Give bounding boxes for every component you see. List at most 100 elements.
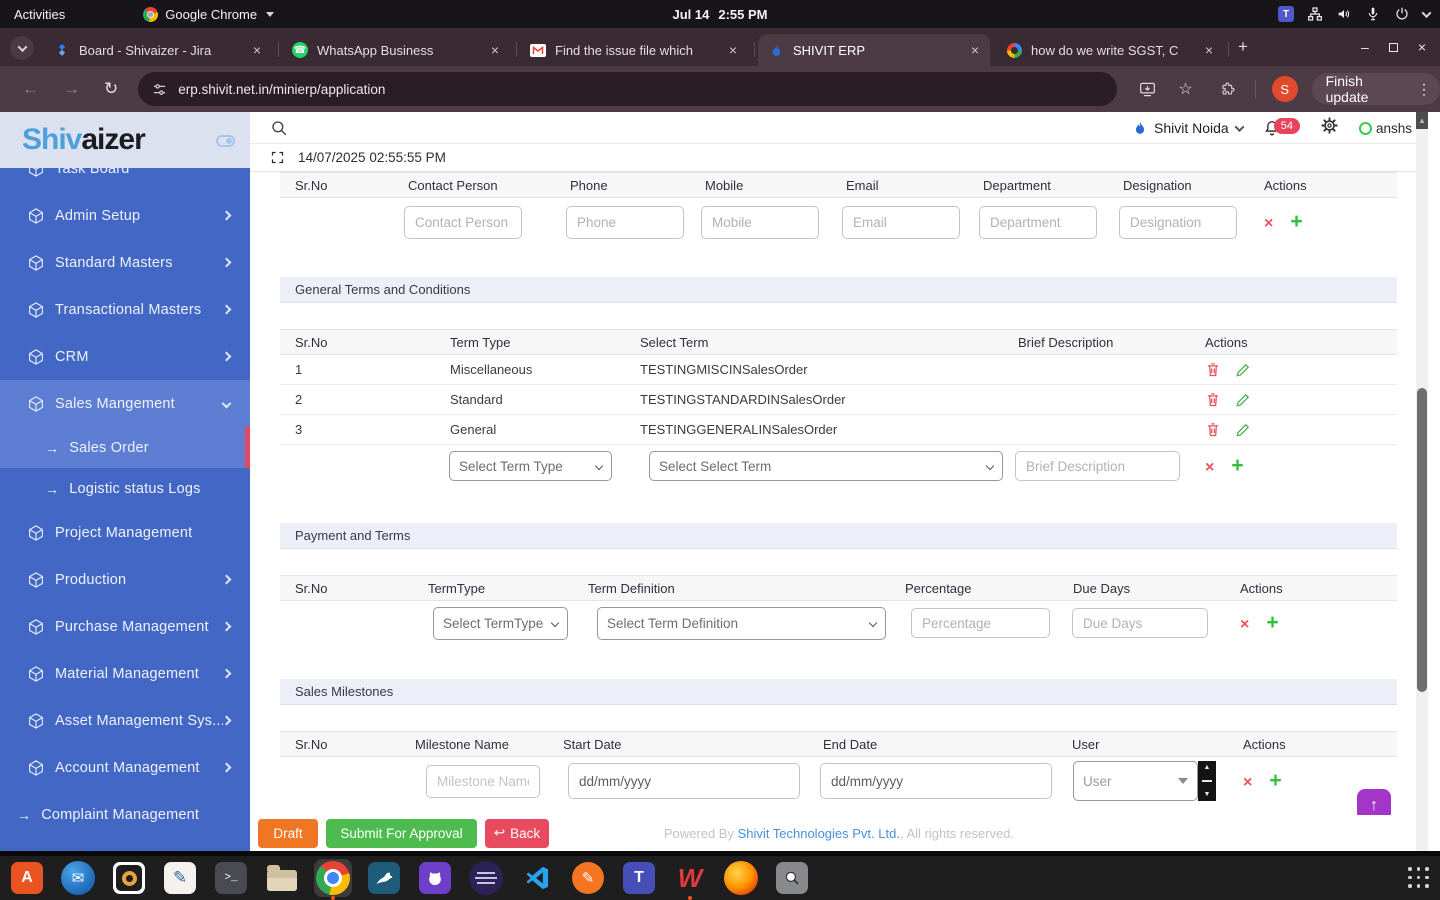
back-button[interactable]: ↩ Back — [485, 818, 549, 848]
dock-eclipse-icon[interactable] — [467, 859, 505, 897]
add-row-icon[interactable]: + — [1266, 611, 1278, 634]
delete-icon[interactable] — [1205, 391, 1221, 408]
teams-icon[interactable]: T — [1278, 6, 1294, 22]
dock-chrome-icon[interactable] — [314, 859, 352, 897]
submit-for-approval-button[interactable]: Submit For Approval — [326, 818, 477, 848]
extensions-icon[interactable] — [1221, 81, 1237, 97]
draft-button[interactable]: Draft — [258, 818, 318, 848]
sidebar-item-complaint-management[interactable]: → Complaint Management — [0, 791, 250, 838]
bookmark-star-icon[interactable]: ☆ — [1178, 79, 1192, 99]
finish-update-button[interactable]: Finish update ⋮ — [1311, 73, 1440, 105]
remove-row-icon[interactable]: × — [1243, 774, 1252, 791]
delete-icon[interactable] — [1205, 361, 1221, 378]
dock-thunderbird-icon[interactable]: ✉ — [59, 859, 97, 897]
designation-input[interactable] — [1119, 205, 1237, 239]
term-type-select[interactable]: Select Term Type — [449, 451, 612, 481]
dock-firefox-icon[interactable] — [722, 859, 760, 897]
more-menu-icon[interactable]: ⋮ — [1417, 81, 1431, 98]
add-row-icon[interactable]: + — [1231, 454, 1243, 477]
search-icon[interactable] — [270, 119, 288, 142]
sidebar-item-project-management[interactable]: Project Management — [0, 509, 250, 556]
activities-button[interactable]: Activities — [14, 7, 65, 22]
email-input[interactable] — [842, 205, 960, 239]
install-app-icon[interactable] — [1139, 82, 1156, 97]
percentage-input[interactable] — [911, 608, 1050, 638]
sidebar-item-purchase-management[interactable]: Purchase Management — [0, 603, 250, 650]
address-bar[interactable]: erp.shivit.net.in/minierp/application — [138, 72, 1118, 106]
close-icon[interactable]: × — [726, 42, 740, 58]
tab-whatsapp[interactable]: ☎ WhatsApp Business × — [282, 34, 510, 66]
department-input[interactable] — [979, 205, 1097, 239]
settings-button[interactable] — [1320, 116, 1339, 140]
select-term-select[interactable]: Select Select Term — [649, 451, 1003, 481]
edit-icon[interactable] — [1235, 392, 1251, 408]
branch-selector[interactable]: Shivit Noida — [1133, 120, 1245, 136]
start-date-input[interactable] — [568, 763, 800, 799]
add-row-icon[interactable]: + — [1290, 210, 1302, 233]
tab-google-search[interactable]: how do we write SGST, C × — [996, 34, 1224, 66]
dock-ubuntu-software-icon[interactable]: A — [8, 859, 46, 897]
mobile-input[interactable] — [701, 205, 819, 239]
close-icon[interactable]: × — [250, 42, 264, 58]
edit-icon[interactable] — [1235, 362, 1251, 378]
dock-screenshot-icon[interactable] — [773, 859, 811, 897]
close-icon[interactable]: × — [968, 42, 982, 58]
remove-row-icon[interactable]: × — [1205, 459, 1214, 476]
app-grid-button[interactable] — [1408, 867, 1430, 889]
dock-vscode-icon[interactable] — [518, 859, 556, 897]
sidebar-item-material-management[interactable]: Material Management — [0, 650, 250, 697]
scroll-up-arrow[interactable]: ▲ — [1416, 112, 1428, 129]
edit-icon[interactable] — [1235, 422, 1251, 438]
dock-mysql-workbench-icon[interactable] — [365, 859, 403, 897]
profile-avatar[interactable]: S — [1271, 76, 1298, 102]
close-icon[interactable]: × — [488, 42, 502, 58]
dock-files-icon[interactable] — [263, 859, 301, 897]
termtype-select[interactable]: Select TermType — [433, 606, 568, 640]
user-select[interactable]: User — [1073, 761, 1198, 801]
close-icon[interactable]: × — [1202, 42, 1216, 58]
add-row-icon[interactable]: + — [1269, 769, 1281, 792]
new-tab-button[interactable]: + — [1238, 37, 1248, 57]
term-definition-select[interactable]: Select Term Definition — [597, 606, 886, 640]
select-scroll-spinner[interactable]: ▲ ▼ — [1198, 761, 1216, 801]
end-date-input[interactable] — [820, 763, 1052, 799]
reload-button[interactable]: ↻ — [104, 79, 118, 99]
microphone-icon[interactable] — [1365, 6, 1381, 22]
app-menu[interactable]: Google Chrome — [143, 6, 275, 22]
dock-media-player-icon[interactable] — [110, 859, 148, 897]
maximize-button[interactable] — [1388, 42, 1398, 52]
sidebar-item-production[interactable]: Production — [0, 556, 250, 603]
sidebar-item-sales-order[interactable]: → Sales Order — [0, 427, 250, 468]
sidebar-item-logistic-status-logs[interactable]: → Logistic status Logs — [0, 468, 250, 509]
window-close-button[interactable]: × — [1418, 39, 1426, 55]
volume-icon[interactable] — [1336, 6, 1352, 22]
sidebar-item-account-management[interactable]: Account Management — [0, 744, 250, 791]
notifications-button[interactable]: 54 — [1263, 118, 1300, 138]
dock-draw-tool-icon[interactable]: ✎ — [569, 859, 607, 897]
remove-row-icon[interactable]: × — [1240, 616, 1249, 633]
clock[interactable]: Jul 14 2:55 PM — [673, 7, 768, 22]
scrollbar-thumb[interactable] — [1417, 388, 1427, 692]
tab-search-button[interactable] — [10, 36, 34, 60]
page-scrollbar[interactable]: ▲ — [1416, 112, 1428, 851]
due-days-input[interactable] — [1072, 608, 1208, 638]
fullscreen-icon[interactable] — [270, 150, 285, 165]
tab-jira[interactable]: Board - Shivaizer - Jira × — [44, 34, 272, 66]
forward-button[interactable]: → — [63, 79, 80, 99]
site-settings-icon[interactable] — [152, 82, 167, 97]
chevron-down-icon[interactable] — [1421, 7, 1432, 18]
milestone-name-input[interactable] — [426, 764, 540, 798]
dock-text-editor-icon[interactable]: ✎ — [161, 859, 199, 897]
sidebar-item-crm[interactable]: CRM — [0, 333, 250, 380]
tab-gmail[interactable]: Find the issue file which × — [520, 34, 748, 66]
dock-terminal-icon[interactable]: >_ — [212, 859, 250, 897]
power-icon[interactable] — [1394, 6, 1410, 22]
company-link[interactable]: Shivit Technologies Pvt. Ltd. — [738, 826, 900, 841]
user-menu[interactable]: anshs — [1358, 121, 1412, 136]
phone-input[interactable] — [566, 205, 684, 239]
minimize-button[interactable]: – — [1361, 39, 1369, 55]
sidebar-toggle-icon[interactable] — [216, 135, 235, 147]
sidebar-item-standard-masters[interactable]: Standard Masters — [0, 239, 250, 286]
dock-wps-office-icon[interactable]: W — [671, 859, 709, 897]
dock-teams-icon[interactable]: T — [620, 859, 658, 897]
